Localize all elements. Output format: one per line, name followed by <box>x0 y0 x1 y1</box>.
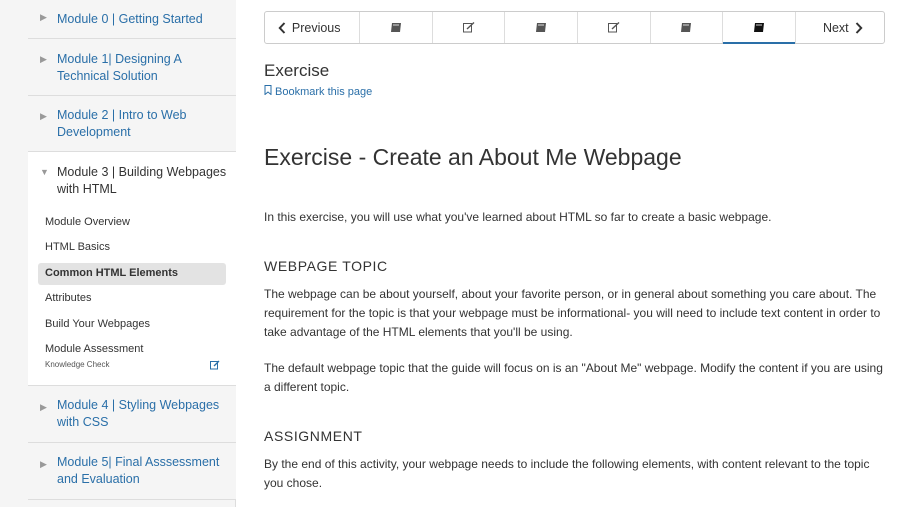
bookmark-icon <box>264 85 272 98</box>
caret-right-icon: ▶ <box>40 111 47 121</box>
previous-button[interactable]: Previous <box>265 12 361 43</box>
page-title: Exercise <box>264 61 330 80</box>
unit-button-4[interactable] <box>578 12 651 43</box>
caret-right-icon: ▶ <box>40 12 47 22</box>
next-label: Next <box>822 20 849 35</box>
module-5-label[interactable]: Module 5| Final Asssessment and Evaluati… <box>57 454 227 488</box>
webpage-topic-paragraph-1: The webpage can be about yourself, about… <box>264 287 881 339</box>
chevron-left-icon <box>278 21 286 34</box>
sidebar-gutter <box>0 0 28 507</box>
module-1[interactable]: ▶ Module 1| Designing A Technical Soluti… <box>28 39 236 96</box>
webpage-topic-paragraph-2: The default webpage topic that the guide… <box>264 361 883 394</box>
assignment-paragraph: By the end of this activity, your webpag… <box>264 457 870 490</box>
next-button[interactable]: Next <box>796 12 884 43</box>
chevron-right-icon <box>855 21 863 34</box>
bookmark-label[interactable]: Bookmark this page <box>275 86 372 98</box>
sequence-nav: Previous Next <box>264 11 885 44</box>
module-1-label[interactable]: Module 1| Designing A Technical Solution <box>57 51 227 85</box>
submenu-item-build-your-webpages[interactable]: Build Your Webpages <box>45 318 150 330</box>
submenu-item-module-assessment[interactable]: Module Assessment <box>45 343 143 355</box>
book-icon <box>753 22 765 33</box>
module-5[interactable]: ▶ Module 5| Final Asssessment and Evalua… <box>28 443 236 500</box>
course-sidebar: ▶ Module 0 | Getting Started ▶ Module 1|… <box>0 0 237 507</box>
book-icon <box>535 22 547 33</box>
module-0-label[interactable]: Module 0 | Getting Started <box>57 11 227 28</box>
module-0[interactable]: ▶ Module 0 | Getting Started <box>28 0 236 39</box>
submenu-item-sublabel: Knowledge Check <box>45 360 110 369</box>
caret-right-icon: ▶ <box>40 402 47 412</box>
module-2-label[interactable]: Module 2 | Intro to Web Development <box>57 107 227 141</box>
module-3-label[interactable]: Module 3 | Building Webpages with HTML <box>57 164 227 198</box>
submenu-item-module-overview[interactable]: Module Overview <box>45 216 130 228</box>
book-icon <box>680 22 692 33</box>
submenu-item-attributes[interactable]: Attributes <box>45 292 91 304</box>
caret-right-icon: ▶ <box>40 54 47 64</box>
unit-button-2[interactable] <box>433 12 506 43</box>
bookmark-link[interactable]: Bookmark this page <box>264 85 372 98</box>
unit-button-5[interactable] <box>651 12 724 43</box>
submenu-item-common-html-elements[interactable]: Common HTML Elements <box>45 267 178 279</box>
module-4-label[interactable]: Module 4 | Styling Webpages with CSS <box>57 397 227 431</box>
edit-icon <box>462 22 475 33</box>
book-icon <box>390 22 402 33</box>
caret-right-icon: ▶ <box>40 459 47 469</box>
exercise-heading: Exercise - Create an About Me Webpage <box>264 144 682 170</box>
module-4[interactable]: ▶ Module 4 | Styling Webpages with CSS <box>28 386 236 443</box>
edit-icon <box>607 22 620 33</box>
edit-icon <box>210 357 220 370</box>
caret-down-icon: ▼ <box>40 167 49 177</box>
section-heading-assignment: ASSIGNMENT <box>264 428 363 444</box>
previous-label: Previous <box>291 20 341 35</box>
unit-button-1[interactable] <box>360 12 433 43</box>
unit-button-3[interactable] <box>505 12 578 43</box>
submenu-item-html-basics[interactable]: HTML Basics <box>45 241 110 253</box>
unit-button-6-current[interactable] <box>723 12 796 44</box>
intro-paragraph: In this exercise, you will use what you'… <box>264 210 772 224</box>
module-2[interactable]: ▶ Module 2 | Intro to Web Development <box>28 96 236 152</box>
section-heading-webpage-topic: WEBPAGE TOPIC <box>264 258 388 274</box>
